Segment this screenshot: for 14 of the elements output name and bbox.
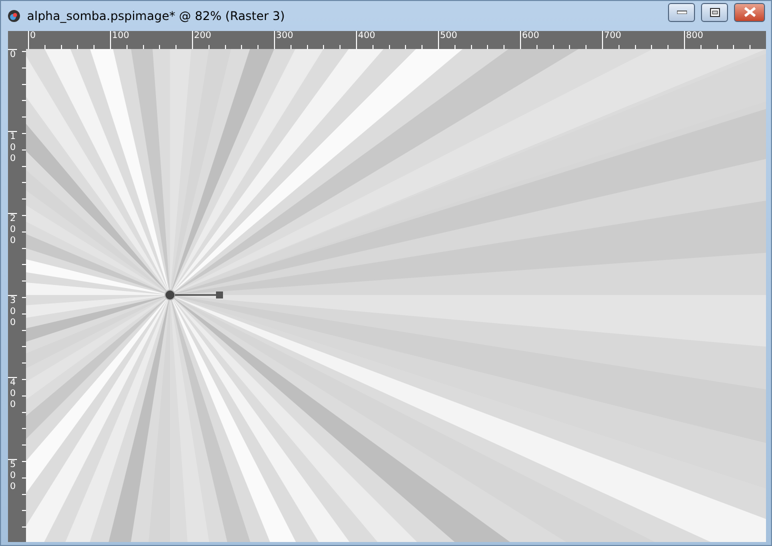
app-icon [7, 9, 21, 23]
close-icon [744, 7, 756, 17]
ruler-label: 300 [8, 295, 17, 377]
ruler-label: 500 [8, 459, 17, 541]
minimize-icon [676, 10, 686, 14]
maximize-icon [710, 8, 720, 16]
ruler-label: 0 [8, 49, 17, 131]
ruler-label: 400 [8, 377, 17, 459]
window-title: alpha_somba.pspimage* @ 82% (Raster 3) [27, 9, 286, 23]
ruler-label: 100 [8, 131, 17, 213]
close-button[interactable] [734, 2, 765, 22]
maximize-button[interactable] [701, 2, 728, 22]
minimize-button[interactable] [668, 2, 695, 22]
ruler-label: 200 [8, 213, 17, 295]
